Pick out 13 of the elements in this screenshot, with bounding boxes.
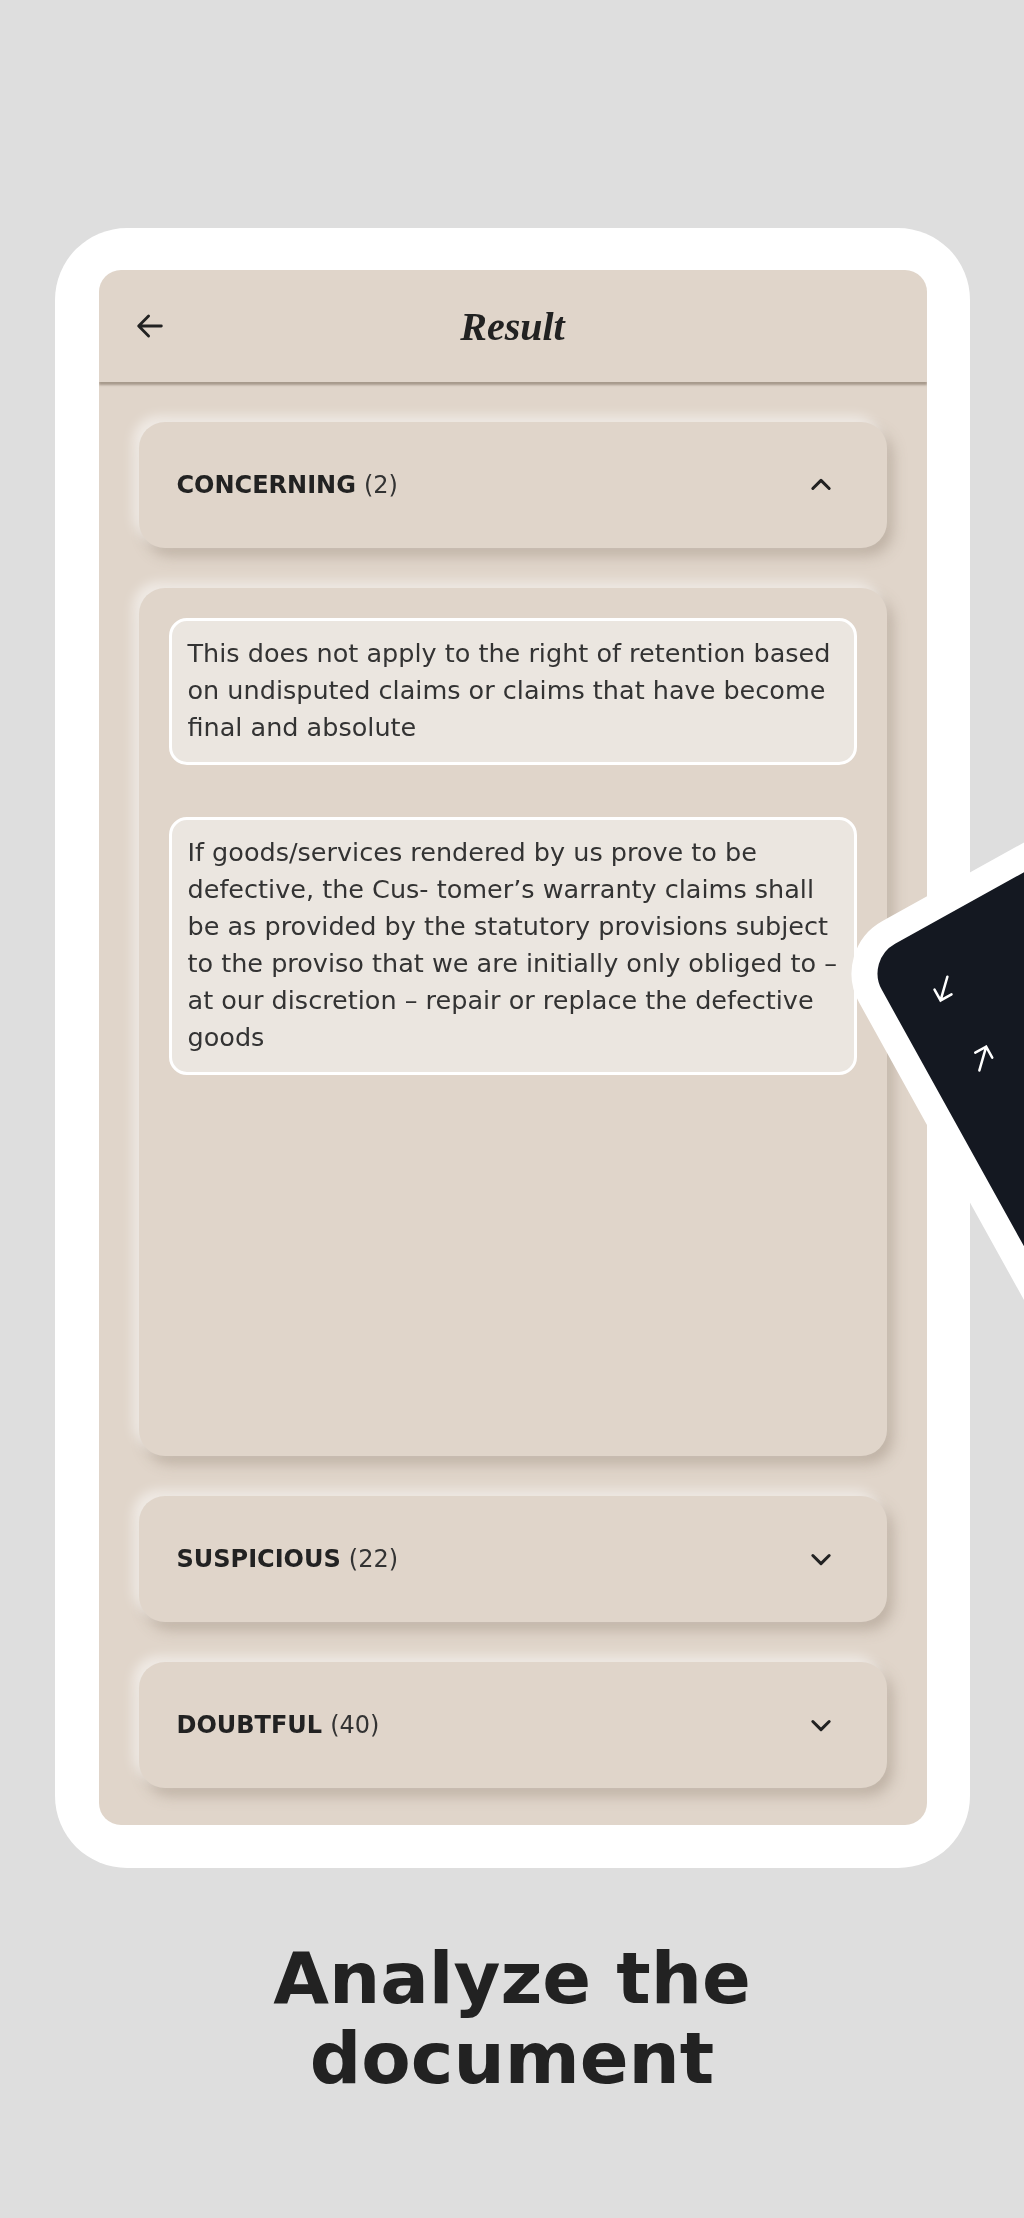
category-title: CONCERNING	[176, 471, 356, 499]
category-count: (40)	[330, 1711, 381, 1739]
category-title: SUSPICIOUS	[176, 1545, 341, 1573]
clause-text: If goods/services rendered by us prove to be defective, the Cus- tomer’s warranty claims shall be as provided by the statutory provisions subject to the proviso that we are initially only obliged to – at our discretion – repair or replace the defective goods	[168, 817, 857, 1075]
category-title: DOUBTFUL	[176, 1711, 323, 1739]
caption-heading: Analyze the document	[272, 1938, 752, 2098]
clause-text: This does not apply to the right of retention based on undisputed claims or claims that have become final and absolute	[168, 618, 857, 765]
category-count: (22)	[348, 1545, 400, 1573]
category-header[interactable]: SUSPICIOUS (22)	[138, 1496, 887, 1622]
category-count: (2)	[363, 471, 399, 499]
category-header[interactable]: DOUBTFUL (40)	[138, 1662, 887, 1788]
screen-title: Result	[459, 302, 567, 350]
category-header[interactable]: CONCERNING (2)	[138, 422, 887, 548]
